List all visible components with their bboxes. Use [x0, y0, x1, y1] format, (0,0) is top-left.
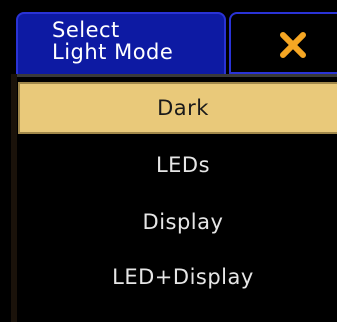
option-leds[interactable]: LEDs: [18, 139, 337, 191]
panel-left-edge: [11, 74, 17, 322]
option-display[interactable]: Display: [18, 196, 337, 248]
light-mode-dialog: Select Light Mode Dark LEDs Display LED+…: [0, 0, 337, 322]
option-led-display[interactable]: LED+Display: [18, 251, 337, 303]
dialog-title: Select Light Mode: [52, 19, 173, 63]
dialog-title-line-2: Light Mode: [52, 40, 174, 64]
close-icon: [280, 32, 306, 58]
dialog-title-line-1: Select: [52, 18, 120, 42]
dialog-title-tab: Select Light Mode: [16, 12, 226, 74]
close-button[interactable]: [229, 12, 337, 74]
option-dark[interactable]: Dark: [18, 82, 337, 134]
